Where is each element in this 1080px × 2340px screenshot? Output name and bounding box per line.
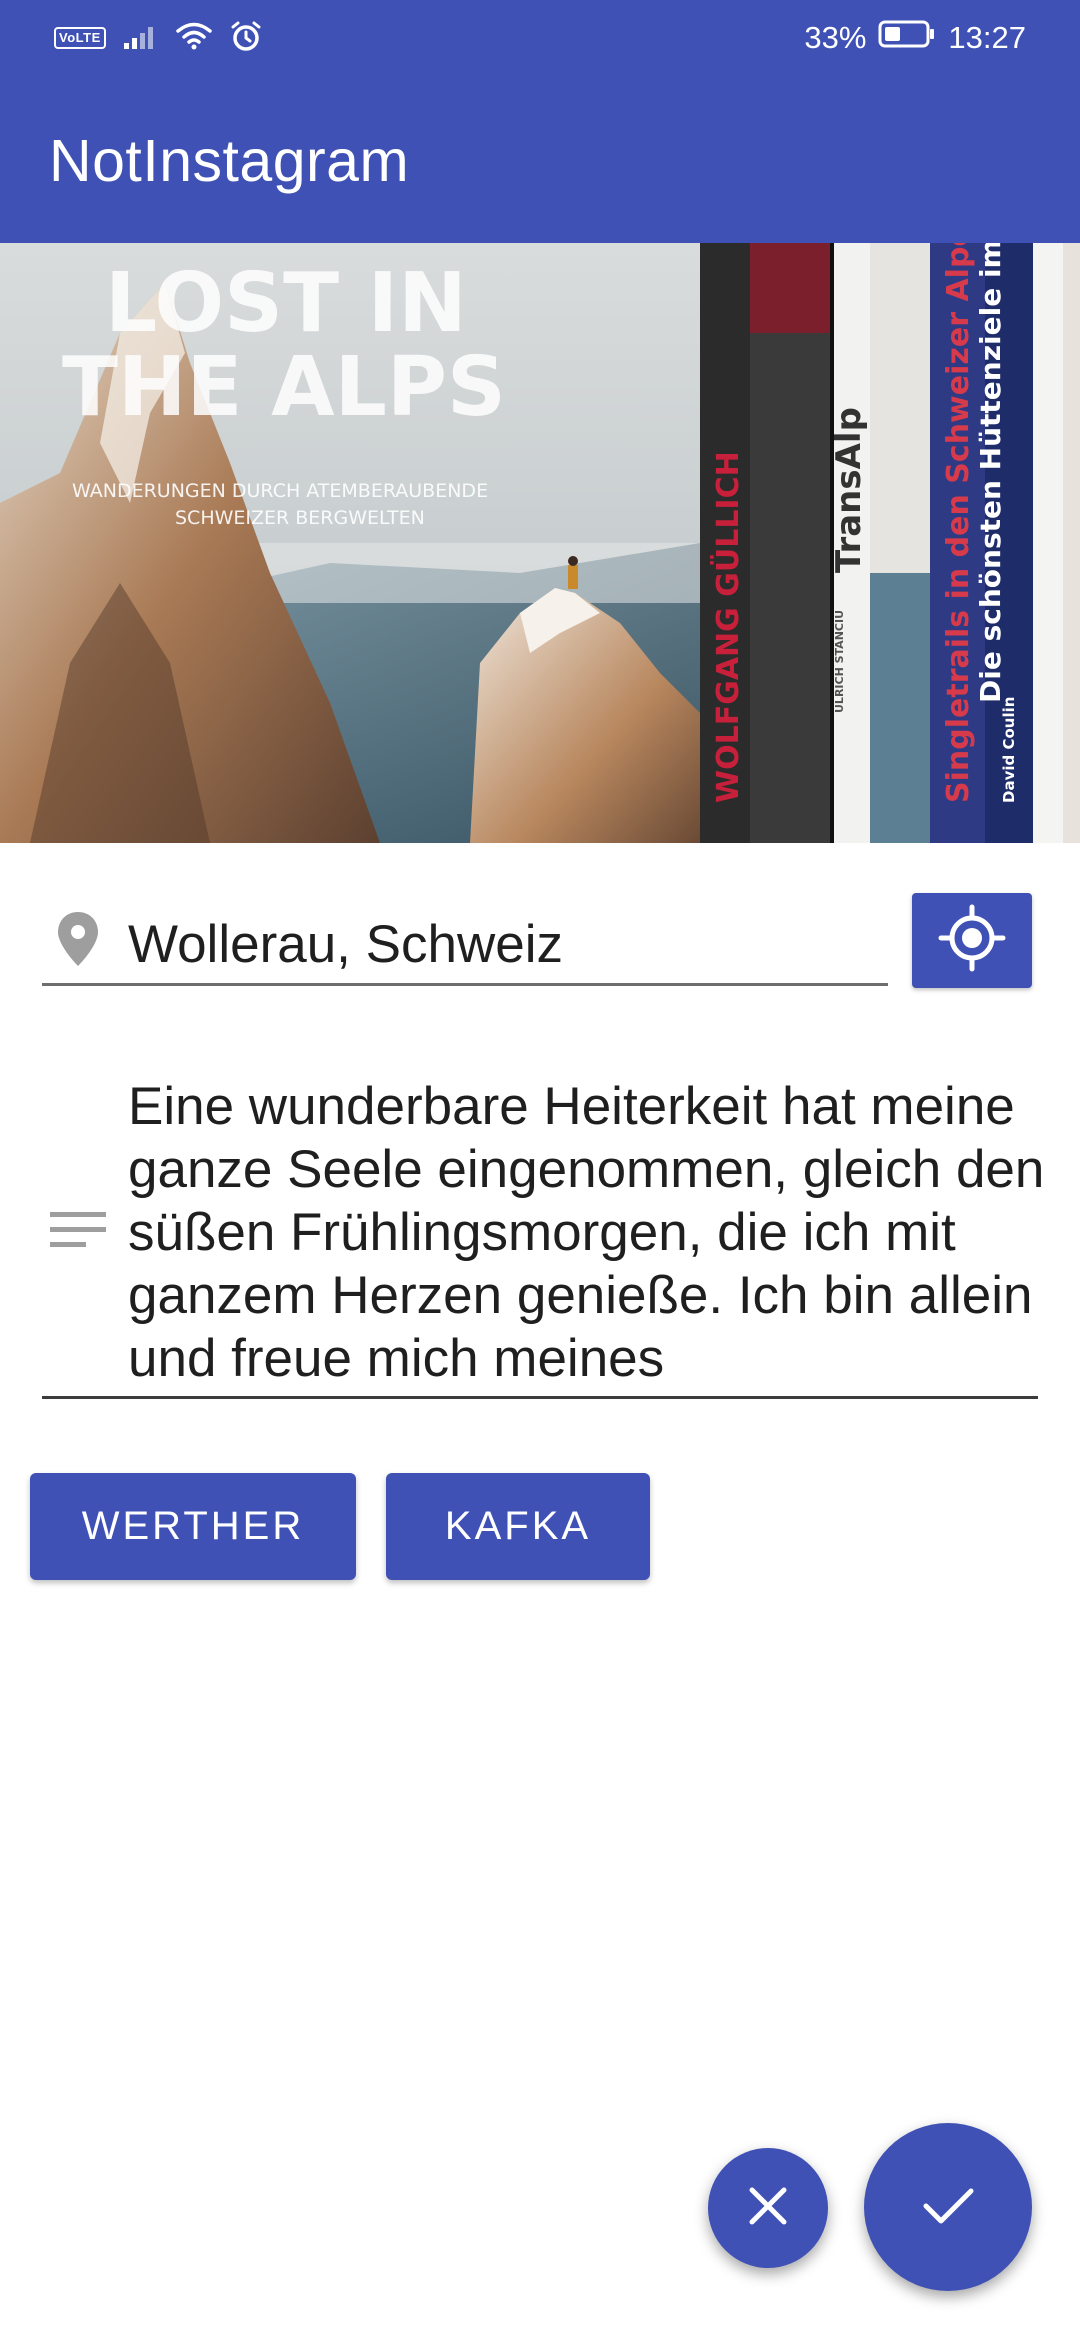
cover-subtitle-2: SCHWEIZER BERGWELTEN — [175, 507, 425, 529]
spine-4: Singletrails in den Schweizer Alpen — [941, 243, 976, 803]
description-input[interactable]: Eine wunderbare Heiterkeit hat meine gan… — [128, 1075, 1048, 1391]
alarm-icon — [230, 20, 262, 57]
spine-5: David Coulin — [1000, 697, 1018, 803]
app-title: NotInstagram — [49, 128, 410, 194]
signal-icon — [123, 23, 158, 54]
location-underline — [42, 983, 888, 986]
description-underline — [42, 1396, 1038, 1399]
clock: 13:27 — [948, 20, 1026, 55]
locate-button[interactable] — [912, 893, 1032, 988]
post-image[interactable]: LOST IN THE ALPS WANDERUNGEN DURCH ATEMB… — [0, 243, 1080, 843]
check-icon — [916, 2173, 980, 2242]
wifi-icon — [176, 22, 212, 55]
spine-6: Die schönsten Hüttenziele im Winter — [974, 243, 1007, 703]
close-icon — [742, 2180, 794, 2237]
volte-badge: VoLTE — [54, 27, 106, 49]
location-pin-icon — [50, 908, 106, 968]
battery-percent: 33% — [804, 20, 867, 55]
location-input[interactable]: Wollerau, Schweiz — [128, 909, 563, 981]
cover-title-2: THE ALPS — [62, 340, 506, 435]
app-bar: VoLTE 33% 13:27 NotInstagram — [0, 0, 1080, 243]
gps-target-icon — [937, 903, 1007, 978]
cancel-button[interactable] — [708, 2148, 828, 2268]
battery-icon — [878, 19, 936, 57]
spine-2: TransAlp — [829, 407, 869, 573]
notes-icon — [50, 1210, 106, 1250]
werther-button[interactable]: WERTHER — [30, 1473, 356, 1580]
cover-title-1: LOST IN — [105, 256, 467, 351]
cover-subtitle-1: WANDERUNGEN DURCH ATEMBERAUBENDE — [72, 480, 488, 502]
spine-1: WOLFGANG GÜLLICH — [709, 451, 746, 803]
spine-3: ULRICH STANCIU — [833, 610, 846, 713]
confirm-button[interactable] — [864, 2123, 1032, 2291]
kafka-button[interactable]: KAFKA — [386, 1473, 650, 1580]
status-bar: VoLTE 33% 13:27 — [0, 0, 1080, 80]
